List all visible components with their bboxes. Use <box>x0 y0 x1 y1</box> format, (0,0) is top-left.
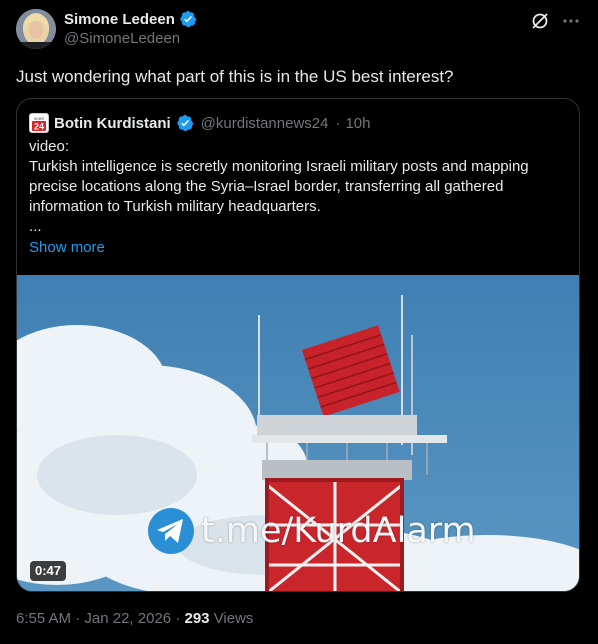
quoted-tweet[interactable]: news 24 Botin Kurdistani @kurdistannews2… <box>16 98 580 592</box>
views-label: Views <box>213 610 254 627</box>
views-count[interactable]: 293 <box>184 610 209 627</box>
tweet-footer: 6:55 AM · Jan 22, 2026 · 293 Views <box>16 610 253 627</box>
quoted-time[interactable]: 10h <box>345 115 370 132</box>
verified-badge-icon <box>180 10 197 28</box>
avatar-image <box>16 9 56 49</box>
news24-logo-icon: news 24 <box>30 114 48 132</box>
tweet-text: Just wondering what part of this is in t… <box>16 67 454 86</box>
quoted-handle[interactable]: @kurdistannews24 <box>201 115 329 132</box>
quoted-avatar[interactable]: news 24 <box>29 113 49 133</box>
footer-separator: · <box>175 610 181 627</box>
top-actions <box>530 11 580 31</box>
verified-badge-icon <box>176 114 194 132</box>
author-handle[interactable]: @SimoneLedeen <box>64 30 180 47</box>
footer-separator: · <box>75 610 81 627</box>
logo-number-text: 24 <box>34 122 44 132</box>
quoted-body: video: Turkish intelligence is secretly … <box>29 138 529 235</box>
telegram-icon <box>148 508 194 554</box>
watermark-text: t.me/KurdAlarm <box>201 511 476 551</box>
logo-top-text: news <box>34 116 45 121</box>
more-icon[interactable] <box>562 12 580 30</box>
video-player[interactable]: t.me/KurdAlarm <box>17 275 579 591</box>
tweet-date[interactable]: Jan 22, 2026 <box>84 610 171 627</box>
show-more-link[interactable]: Show more <box>29 239 105 256</box>
grok-icon[interactable] <box>530 11 550 31</box>
quoted-separator: · <box>335 114 341 132</box>
avatar[interactable] <box>16 9 56 49</box>
quoted-header: news 24 Botin Kurdistani @kurdistannews2… <box>29 113 371 133</box>
video-duration: 0:47 <box>30 561 67 581</box>
tweet-time[interactable]: 6:55 AM <box>16 610 71 627</box>
quoted-author-name[interactable]: Botin Kurdistani <box>54 115 171 132</box>
author-name[interactable]: Simone Ledeen <box>64 11 175 28</box>
author-name-row[interactable]: Simone Ledeen <box>64 10 197 28</box>
video-watermark: t.me/KurdAlarm <box>147 507 476 555</box>
